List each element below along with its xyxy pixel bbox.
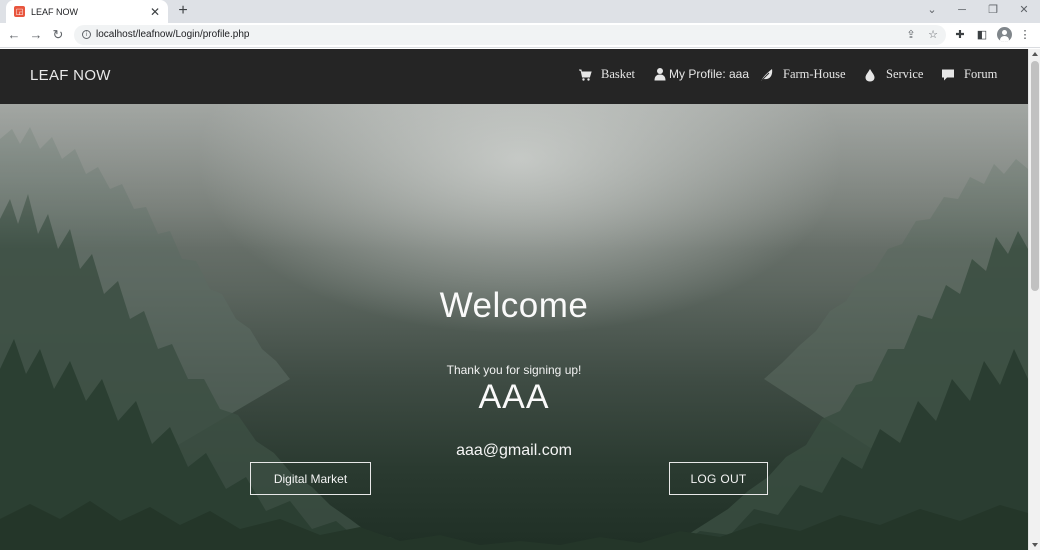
user-icon [654,68,666,81]
profile-username: AAA [478,378,550,416]
welcome-heading: Welcome [439,286,589,325]
page-scrollbar[interactable] [1028,49,1040,550]
restore-icon[interactable]: ❐ [985,3,1001,17]
share-icon[interactable]: ⇪ [904,28,918,42]
nav-service-label: Service [886,67,924,81]
nav-my-profile[interactable]: My Profile: aaa [653,67,749,81]
extensions-puzzle-icon[interactable]: ✚ [952,27,968,43]
page-viewport: LEAF NOW Basket My Profile: aaa Farm-Hou… [0,49,1028,550]
side-panel-icon[interactable]: ◧ [974,27,990,43]
profile-avatar-icon[interactable] [997,27,1012,42]
forward-icon[interactable]: → [28,27,44,43]
address-bar[interactable]: i localhost/leafnow/Login/profile.php ⇪ … [74,25,946,45]
address-url[interactable]: localhost/leafnow/Login/profile.php [96,28,249,42]
tab-title: LEAF NOW [31,6,79,17]
tab-close-icon[interactable]: ✕ [148,6,162,18]
site-navbar: LEAF NOW Basket My Profile: aaa Farm-Hou… [0,49,1028,104]
water-drop-icon [865,68,875,81]
browser-tabstrip: ◲ LEAF NOW ✕ + ⌄ ─ ❐ ✕ [0,0,1040,23]
digital-market-button[interactable]: Digital Market [250,462,371,495]
nav-farm-house-label: Farm-House [783,67,846,81]
scroll-up-arrow-icon[interactable] [1032,52,1038,56]
bookmark-star-icon[interactable]: ☆ [926,28,940,42]
comment-icon [942,69,954,80]
new-tab-icon[interactable]: + [175,2,191,20]
logout-button[interactable]: LOG OUT [669,462,768,495]
leaf-icon [761,68,773,81]
nav-basket-label: Basket [601,67,636,81]
profile-email: aaa@gmail.com [456,442,572,459]
scroll-down-arrow-icon[interactable] [1032,543,1038,547]
nav-my-profile-label: My Profile: aaa [669,67,750,81]
nav-basket[interactable]: Basket [578,67,635,82]
site-favicon-icon: ◲ [14,6,25,17]
back-icon[interactable]: ← [6,27,22,43]
site-brand-logo[interactable]: LEAF NOW [30,67,111,84]
site-info-icon[interactable]: i [82,30,91,39]
nav-forum-label: Forum [964,67,998,81]
signup-thanks-text: Thank you for signing up! [446,363,582,377]
reload-icon[interactable]: ↻ [50,27,66,43]
nav-service[interactable]: Service [863,67,923,82]
tab-search-chevron-icon[interactable]: ⌄ [924,3,940,17]
browser-toolbar: ← → ↻ i localhost/leafnow/Login/profile.… [0,23,1040,48]
nav-forum[interactable]: Forum [941,67,997,82]
window-close-icon[interactable]: ✕ [1016,3,1032,17]
scroll-thumb[interactable] [1031,61,1039,291]
nav-farm-house[interactable]: Farm-House [760,67,846,82]
minimize-icon[interactable]: ─ [954,3,970,17]
browser-menu-icon[interactable]: ⋮ [1017,27,1033,43]
cart-icon [579,69,592,81]
browser-tab[interactable]: ◲ LEAF NOW ✕ [6,0,168,23]
